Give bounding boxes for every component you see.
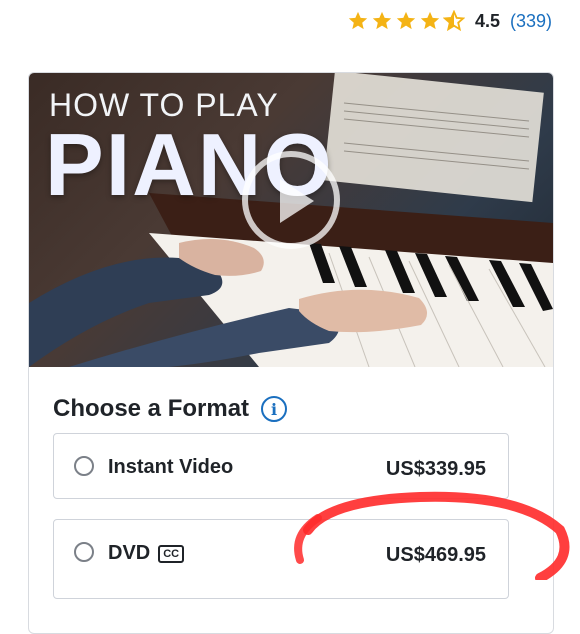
format-section-title: Choose a Format [53,395,250,422]
format-option-dvd[interactable]: DVD CC US$469.95 [53,519,509,599]
star-icon [372,11,392,30]
star-half-icon [442,10,465,32]
closed-captions-icon: CC [158,545,185,563]
product-card: HOW TO PLAY PIANO Choose a Format i Inst… [28,72,554,634]
radio-button[interactable] [74,456,94,476]
radio-button[interactable] [74,542,94,562]
format-option-label: DVD CC [108,542,185,565]
format-option-price: US$339.95 [385,458,486,480]
star-icon [348,11,368,30]
format-option-instant-video[interactable]: Instant Video US$339.95 [53,433,509,499]
play-icon[interactable] [242,151,340,249]
format-header: Choose a Format i [53,395,288,423]
star-rating [347,10,465,32]
format-option-price: US$469.95 [385,544,486,566]
star-icon [396,11,416,30]
format-option-label: Instant Video [108,456,234,478]
star-icon [420,11,440,30]
rating-summary: 4.5 (339) [347,10,552,32]
product-hero-image[interactable]: HOW TO PLAY PIANO [29,73,553,367]
review-count-link[interactable]: (339) [510,11,552,32]
format-option-label-text: DVD [108,542,151,564]
info-icon[interactable]: i [261,396,288,422]
rating-value: 4.5 [474,10,500,31]
